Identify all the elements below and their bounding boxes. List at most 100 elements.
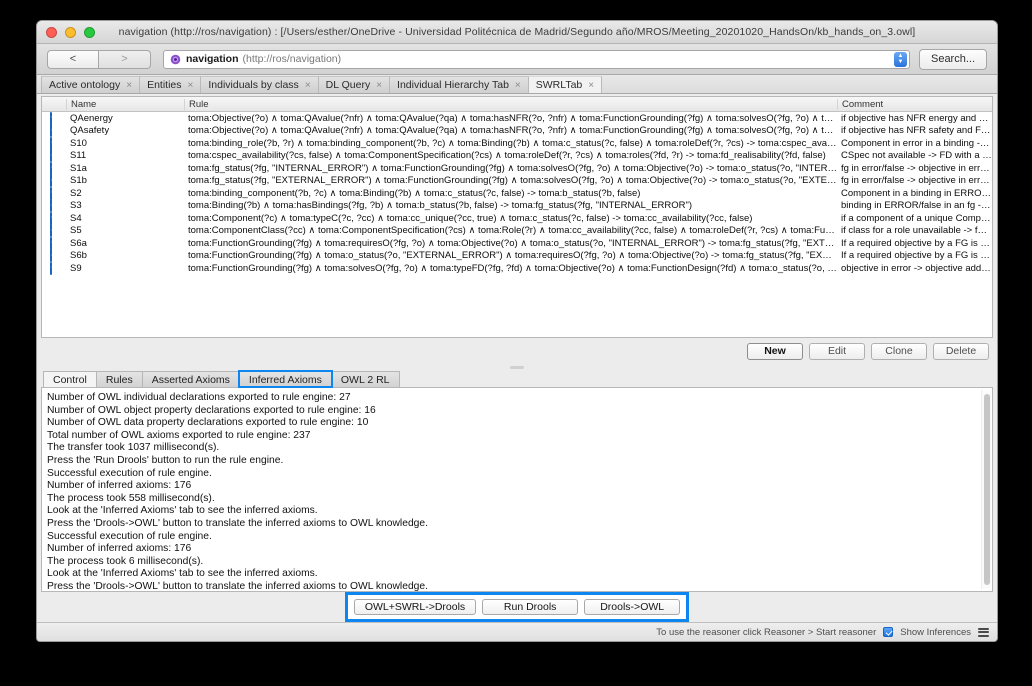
rule-enabled-checkbox[interactable] [50, 174, 52, 188]
engine-button-owl-swrl-drools[interactable]: OWL+SWRL->Drools [353, 599, 477, 615]
rule-name-cell: S4 [66, 213, 184, 224]
rule-comment-cell: CSpec not available -> FD with a role th… [837, 150, 992, 161]
rules-header-name[interactable]: Name [66, 98, 184, 110]
tab-individual-hierarchy-tab[interactable]: Individual Hierarchy Tab × [389, 76, 529, 93]
navigation-buttons: < > [47, 49, 151, 69]
tab-label: SWRLTab [535, 79, 583, 91]
console-scrollbar[interactable] [981, 390, 991, 589]
tab-label: Entities [147, 79, 182, 91]
table-row[interactable]: S2 toma:binding_component(?b, ?c) ∧ toma:… [42, 186, 992, 200]
zoom-window-button[interactable] [84, 26, 95, 38]
rule-name-cell-text: S6b [70, 250, 87, 262]
tab-swrltab[interactable]: SWRLTab × [527, 76, 603, 93]
rule-enabled-checkbox[interactable] [50, 249, 52, 263]
rule-body-cell: toma:FunctionGrounding(?fg) ∧ toma:solve… [184, 263, 837, 274]
tab-active-ontology[interactable]: Active ontology × [41, 76, 141, 93]
rule-name-cell: S10 [66, 138, 184, 149]
table-row[interactable]: QAenergy toma:Objective(?o) ∧ toma:QAvalu… [42, 112, 992, 125]
show-inferences-checkbox[interactable] [883, 627, 894, 637]
rule-enabled-checkbox[interactable] [50, 236, 52, 250]
table-row[interactable]: S3 toma:Binding(?b) ∧ toma:hasBindings(?f… [42, 199, 992, 213]
screen: navigation (http://ros/navigation) : [/U… [0, 0, 1032, 686]
rule-comment-cell-text: if objective has NFR safety and FG has .… [841, 125, 992, 137]
rule-name-cell: QAsafety [66, 125, 184, 136]
back-button[interactable]: < [47, 49, 99, 69]
rule-enabled-checkbox[interactable] [50, 149, 52, 163]
rule-comment-cell-text: Component in error in a binding -> Co... [841, 137, 992, 149]
console-scrollbar-thumb[interactable] [983, 394, 990, 585]
rule-enabled-checkbox[interactable] [50, 211, 52, 225]
rule-comment-cell: if class for a role unavailable -> fd un… [837, 225, 992, 236]
table-row[interactable]: S5 toma:ComponentClass(?cc) ∧ toma:Compon… [42, 224, 992, 238]
table-row[interactable]: S11 toma:cspec_availability(?cs, false) ∧… [42, 149, 992, 163]
table-row[interactable]: S6b toma:FunctionGrounding(?fg) ∧ toma:o_… [42, 249, 992, 263]
rule-name-cell-text: S4 [70, 212, 82, 224]
table-row[interactable]: S9 toma:FunctionGrounding(?fg) ∧ toma:sol… [42, 261, 992, 275]
edit-rule-button[interactable]: Edit [809, 342, 865, 360]
rule-enabled-cell [42, 211, 66, 225]
rule-enabled-cell [42, 186, 66, 200]
bottom-tab-rules[interactable]: Rules [95, 371, 143, 387]
tab-individuals-by-class[interactable]: Individuals by class × [200, 76, 319, 93]
close-icon[interactable]: × [515, 80, 521, 91]
close-icon[interactable]: × [376, 80, 382, 91]
tab-entities[interactable]: Entities × [139, 76, 202, 93]
close-window-button[interactable] [46, 26, 57, 38]
rule-name-cell: S1a [66, 163, 184, 174]
rule-name-cell-text: QAsafety [70, 125, 110, 137]
rule-enabled-cell [42, 112, 66, 125]
ontology-address-bar[interactable]: navigation (http://ros/navigation) ▲ ▼ [163, 49, 910, 69]
rule-body-cell: toma:binding_role(?b, ?r) ∧ toma:binding… [184, 138, 837, 149]
layers-icon[interactable] [978, 627, 989, 637]
bottom-tab-inferred-axioms[interactable]: Inferred Axioms [237, 370, 333, 388]
rule-enabled-checkbox[interactable] [50, 199, 52, 213]
search-button[interactable]: Search... [919, 48, 987, 70]
rule-enabled-checkbox[interactable] [50, 112, 52, 125]
new-rule-button[interactable]: New [747, 342, 803, 360]
rule-name-cell-text: S3 [70, 200, 82, 212]
table-row[interactable]: S4 toma:Component(?c) ∧ toma:typeC(?c, ?c… [42, 211, 992, 225]
table-row[interactable]: S1b toma:fg_status(?fg, "EXTERNAL_ERROR")… [42, 174, 992, 188]
close-icon[interactable]: × [126, 80, 132, 91]
rule-body-cell-text: toma:FunctionGrounding(?fg) ∧ toma:o_sta… [188, 250, 837, 262]
engine-button-drools-owl[interactable]: Drools->OWL [584, 599, 681, 615]
rule-enabled-checkbox[interactable] [50, 161, 52, 175]
rule-name-cell-text: S9 [70, 262, 82, 274]
rule-name-cell: S11 [66, 150, 184, 161]
rules-header-rule[interactable]: Rule [184, 98, 837, 110]
rule-body-cell: toma:Objective(?o) ∧ toma:QAvalue(?nfr) … [184, 113, 837, 124]
close-icon[interactable]: × [588, 80, 594, 91]
bottom-tab-control[interactable]: Control [43, 371, 97, 387]
rule-body-cell-text: toma:binding_component(?b, ?c) ∧ toma:Bi… [188, 187, 641, 199]
table-row[interactable]: S1a toma:fg_status(?fg, "INTERNAL_ERROR")… [42, 161, 992, 175]
clone-rule-button[interactable]: Clone [871, 342, 927, 360]
ontology-stepper-icon[interactable]: ▲ ▼ [894, 51, 907, 67]
rule-name-cell: QAenergy [66, 113, 184, 124]
table-row[interactable]: QAsafety toma:Objective(?o) ∧ toma:QAvalu… [42, 124, 992, 138]
rule-comment-cell: fg in error/false -> objective in error/… [837, 175, 992, 186]
rule-body-cell: toma:FunctionGrounding(?fg) ∧ toma:o_sta… [184, 250, 837, 261]
forward-button[interactable]: > [99, 49, 151, 69]
bottom-tab-owl-2-rl[interactable]: OWL 2 RL [330, 371, 400, 387]
rule-enabled-checkbox[interactable] [50, 124, 52, 138]
delete-rule-button[interactable]: Delete [933, 342, 989, 360]
table-row[interactable]: S6a toma:FunctionGrounding(?fg) ∧ toma:re… [42, 236, 992, 250]
close-icon[interactable]: × [305, 80, 311, 91]
rule-body-cell-text: toma:FunctionGrounding(?fg) ∧ toma:requi… [188, 237, 837, 249]
rule-comment-cell: if objective has NFR energy and FG has .… [837, 113, 992, 124]
table-row[interactable]: S10 toma:binding_role(?b, ?r) ∧ toma:bind… [42, 136, 992, 150]
rule-enabled-checkbox[interactable] [50, 261, 52, 275]
bottom-tab-asserted-axioms[interactable]: Asserted Axioms [141, 371, 240, 387]
engine-button-run-drools[interactable]: Run Drools [482, 599, 579, 615]
rules-action-buttons: New Edit Clone Delete [41, 338, 993, 364]
rule-body-cell: toma:FunctionGrounding(?fg) ∧ toma:requi… [184, 238, 837, 249]
rule-enabled-checkbox[interactable] [50, 224, 52, 238]
rule-body-cell: toma:Binding(?b) ∧ toma:hasBindings(?fg,… [184, 200, 837, 211]
minimize-window-button[interactable] [65, 26, 76, 38]
rule-enabled-checkbox[interactable] [50, 186, 52, 200]
rule-name-cell: S5 [66, 225, 184, 236]
rules-header-comment[interactable]: Comment [837, 98, 992, 110]
close-icon[interactable]: × [188, 80, 194, 91]
rule-enabled-checkbox[interactable] [50, 136, 52, 150]
tab-dl-query[interactable]: DL Query × [317, 76, 391, 93]
